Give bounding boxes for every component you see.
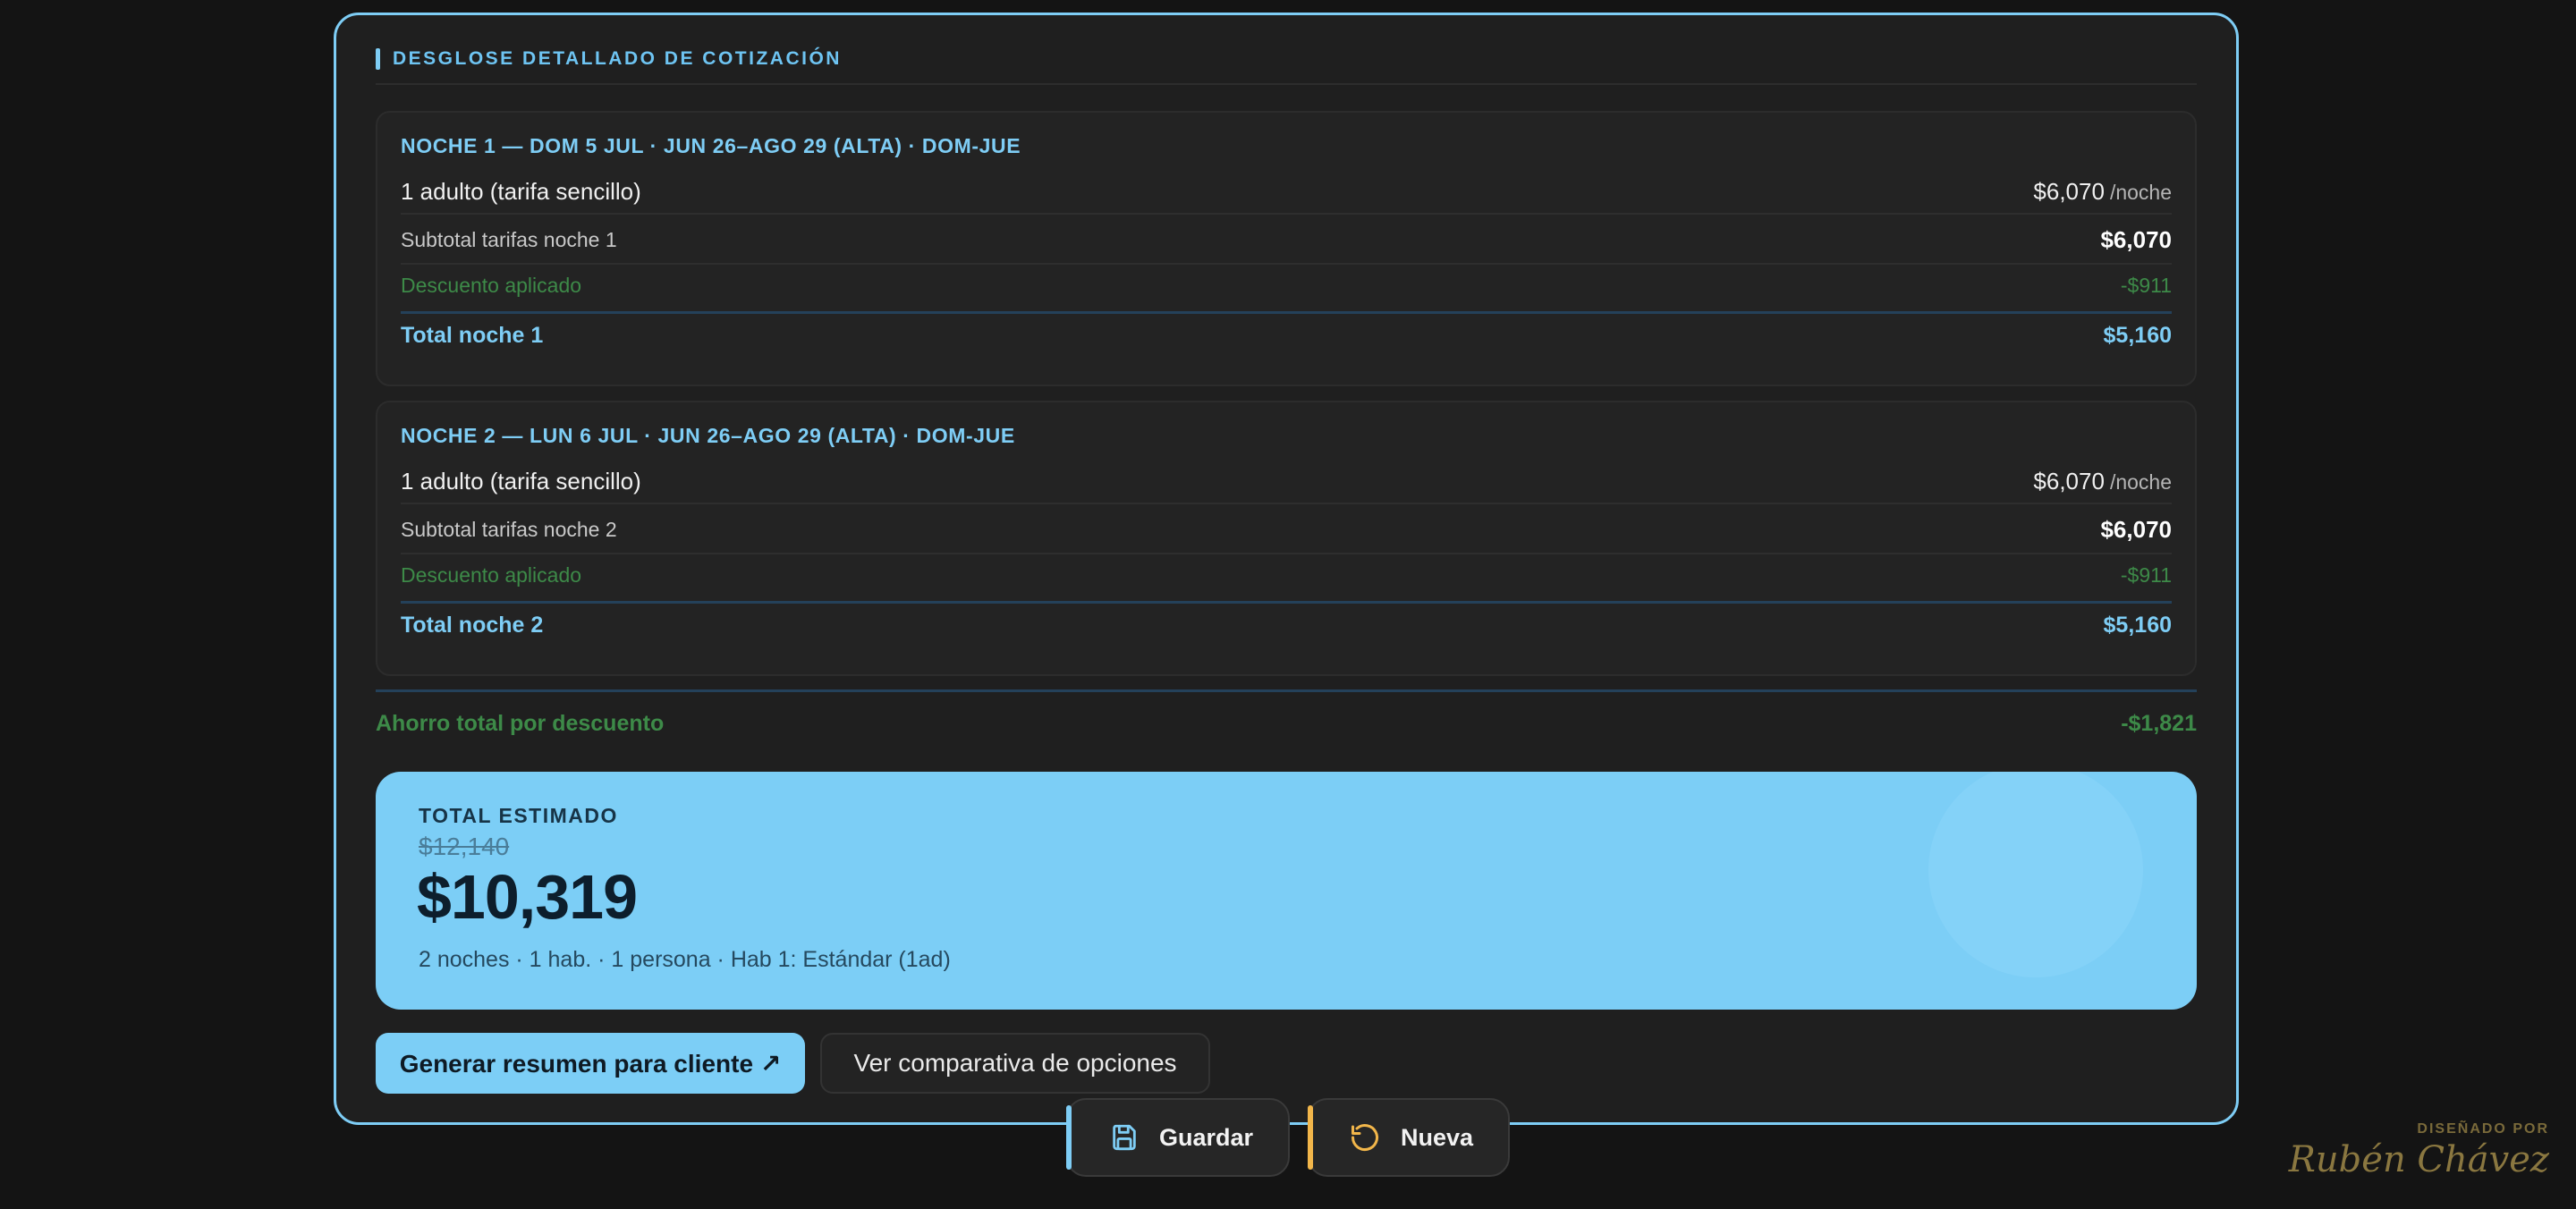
discount-value: -$911 [2120, 273, 2172, 297]
rate-line-price: $6,070/noche [2033, 468, 2172, 495]
total-divider [401, 311, 2172, 314]
subtotal-value: $6,070 [2100, 225, 2172, 253]
floppy-disk-icon [1113, 1124, 1136, 1151]
compare-options-button[interactable]: Ver comparativa de opciones [820, 1033, 1210, 1094]
rate-price-value: $6,070 [2033, 177, 2105, 205]
rate-line-price: $6,070/noche [2033, 178, 2172, 206]
subtotal-line: Subtotal tarifas noche 2 $6,070 [401, 513, 2172, 545]
rate-line-label: 1 adulto (tarifa sencillo) [401, 177, 641, 205]
night-total-label: Total noche 2 [401, 612, 544, 638]
rate-price-unit: /noche [2109, 469, 2172, 494]
discount-value: -$911 [2120, 562, 2172, 587]
row-divider [401, 553, 2172, 554]
night-header: NOCHE 2 — LUN 6 JUL · JUN 26–AGO 29 (ALT… [401, 424, 1015, 447]
rotate-ccw-icon [1352, 1124, 1378, 1152]
discount-line: Descuento aplicado -$911 [401, 270, 2172, 300]
subtotal-label: Subtotal tarifas noche 2 [401, 517, 617, 541]
savings-divider [376, 689, 2197, 692]
night-total-line: Total noche 1 $5,160 [401, 318, 2172, 352]
night-card-2: NOCHE 2 — LUN 6 JUL · JUN 26–AGO 29 (ALT… [376, 401, 2197, 676]
night-total-line: Total noche 2 $5,160 [401, 608, 2172, 642]
discount-label: Descuento aplicado [401, 273, 582, 297]
row-divider [401, 503, 2172, 504]
night-total-value: $5,160 [2103, 612, 2172, 638]
decorative-glow [1928, 772, 2143, 977]
estimated-total-amount: $10,319 [417, 862, 638, 932]
night-header: NOCHE 1 — DOM 5 JUL · JUN 26–AGO 29 (ALT… [401, 134, 1021, 157]
discount-line: Descuento aplicado -$911 [401, 560, 2172, 590]
section-title-bar [376, 48, 380, 70]
section-divider [376, 83, 2197, 85]
original-price: $12,140 [419, 833, 510, 860]
night-total-value: $5,160 [2103, 322, 2172, 348]
night-total-label: Total noche 1 [401, 322, 544, 348]
quote-breakdown-panel: DESGLOSE DETALLADO DE COTIZACIÓN NOCHE 1… [334, 13, 2239, 1125]
rate-price-unit: /noche [2109, 180, 2172, 204]
section-title-text: DESGLOSE DETALLADO DE COTIZACIÓN [393, 48, 842, 69]
generate-summary-button[interactable]: Generar resumen para cliente ↗ [376, 1033, 805, 1094]
rate-price-value: $6,070 [2033, 467, 2105, 495]
subtotal-label: Subtotal tarifas noche 1 [401, 227, 617, 251]
row-divider [401, 263, 2172, 265]
rate-line-label: 1 adulto (tarifa sencillo) [401, 467, 641, 495]
new-button-label: Nueva [1401, 1123, 1474, 1151]
savings-label: Ahorro total por descuento [376, 710, 665, 736]
subtotal-value: $6,070 [2100, 515, 2172, 543]
credit-signature: Rubén Chávez [2288, 1139, 2549, 1180]
stay-summary: 2 noches · 1 hab. · 1 persona · Hab 1: E… [419, 947, 951, 972]
estimated-total-label: TOTAL ESTIMADO [419, 804, 618, 827]
new-quote-button[interactable]: Nueva [1308, 1098, 1510, 1177]
section-title: DESGLOSE DETALLADO DE COTIZACIÓN [376, 47, 842, 71]
rate-line: 1 adulto (tarifa sencillo) $6,070/noche [401, 175, 2172, 207]
new-accent-bar [1308, 1105, 1313, 1170]
total-divider [401, 601, 2172, 604]
savings-value: -$1,821 [2121, 710, 2197, 736]
night-card-1: NOCHE 1 — DOM 5 JUL · JUN 26–AGO 29 (ALT… [376, 111, 2197, 386]
estimated-total-card: TOTAL ESTIMADO $12,140 $10,319 2 noches … [376, 772, 2197, 1010]
designer-credit: DISEÑADO POR Rubén Chávez [2289, 1121, 2549, 1180]
save-button[interactable]: Guardar [1066, 1098, 1290, 1177]
total-savings-line: Ahorro total por descuento -$1,821 [376, 706, 2197, 741]
row-divider [401, 213, 2172, 215]
rate-line: 1 adulto (tarifa sencillo) $6,070/noche [401, 465, 2172, 497]
save-button-label: Guardar [1159, 1123, 1254, 1151]
discount-label: Descuento aplicado [401, 562, 582, 587]
save-accent-bar [1066, 1105, 1072, 1170]
credit-kicker: DISEÑADO POR [2417, 1121, 2549, 1137]
subtotal-line: Subtotal tarifas noche 1 $6,070 [401, 224, 2172, 256]
